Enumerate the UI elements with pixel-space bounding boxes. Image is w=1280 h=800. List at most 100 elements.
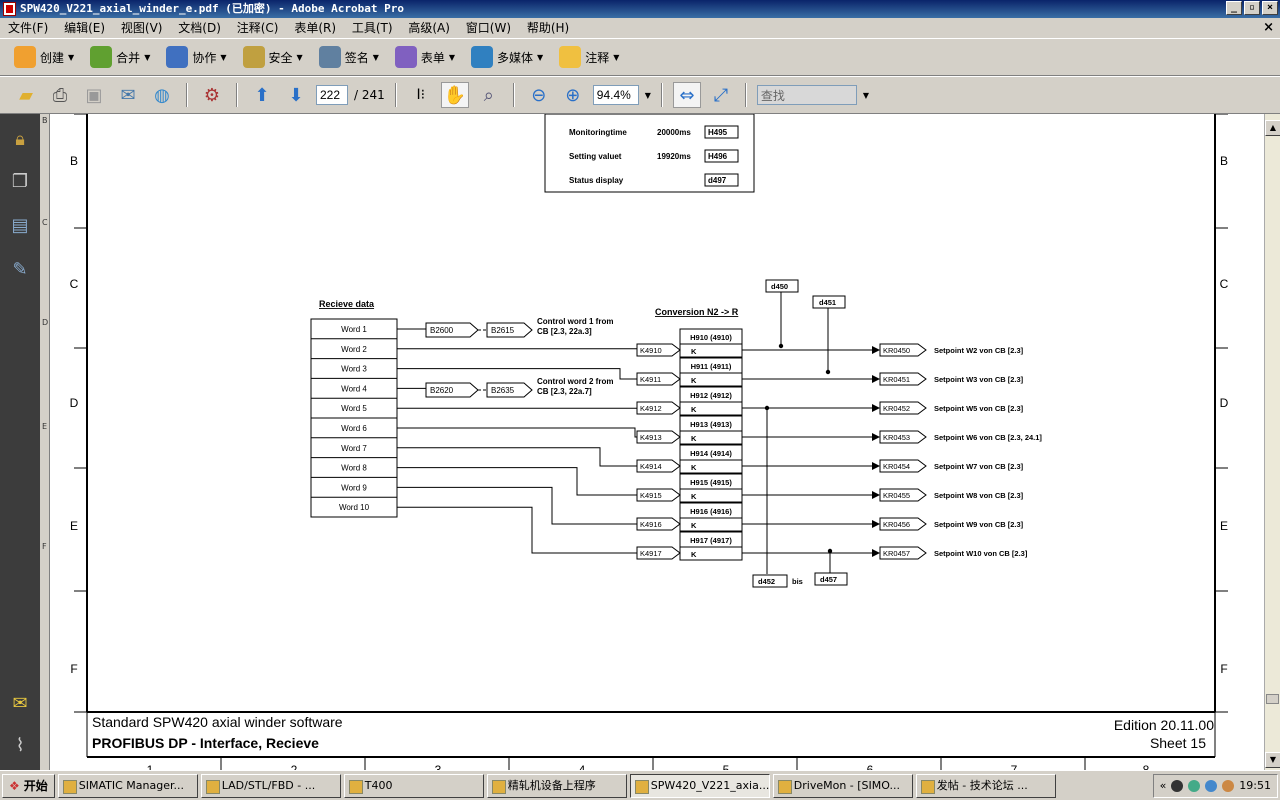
param-label: H496 (708, 152, 728, 161)
word-label: Word 3 (341, 365, 367, 374)
dropdown-arrow-icon: ▼ (448, 52, 456, 62)
zoom-dropdown-icon[interactable]: ▼ (645, 91, 651, 100)
save-icon[interactable]: ▣ (80, 82, 108, 108)
email-icon[interactable]: ✉ (114, 82, 142, 108)
ruler-letter: F (42, 542, 47, 551)
previous-page-icon[interactable]: ⬆ (248, 82, 276, 108)
document-view[interactable]: B B C C D D E E F F 1 2 3 4 5 6 7 8 Monitoringtime 20000m… (50, 114, 1264, 770)
toolbar-separator (186, 83, 188, 107)
web-icon[interactable]: ◍ (148, 82, 176, 108)
minimize-button[interactable]: _ (1226, 1, 1242, 15)
menu-file[interactable]: 文件(F) (2, 18, 54, 38)
fit-page-icon[interactable]: ⤢ (707, 82, 735, 108)
wire (397, 467, 637, 496)
word-label: Word 9 (341, 483, 367, 492)
start-button[interactable]: ❖ 开始 (2, 773, 55, 798)
menu-window[interactable]: 窗口(W) (460, 18, 517, 38)
tray-expand-icon[interactable]: « (1160, 779, 1167, 792)
menu-comments[interactable]: 注释(C) (231, 18, 285, 38)
hand-icon[interactable]: ✋ (440, 82, 469, 108)
kr-connector-label: KR0453 (883, 433, 910, 442)
toolbar-form-button[interactable]: 表单 ▼ (394, 46, 456, 68)
taskbar-button[interactable]: 精轧机设备上程序 (486, 773, 627, 798)
toolbar-lock-button[interactable]: 安全 ▼ (242, 46, 303, 68)
page-number-input[interactable] (316, 85, 348, 105)
dropdown-arrow-icon: ▼ (68, 52, 75, 62)
search-dropdown-icon[interactable]: ▼ (863, 91, 869, 100)
search-input[interactable] (756, 85, 857, 105)
zoom-tool-icon[interactable]: ⌕ (475, 82, 503, 108)
row-label-right: E (1220, 519, 1228, 533)
select-text-icon[interactable]: I⁝ (407, 82, 435, 108)
toolbar-multimedia-button[interactable]: 多媒体 ▼ (471, 46, 543, 68)
arrow-head (872, 433, 880, 441)
word-label: Word 7 (341, 444, 367, 453)
next-page-icon[interactable]: ⬇ (282, 82, 310, 108)
toolbar-label: 注释 (585, 50, 610, 65)
shield-icon[interactable] (1205, 779, 1218, 792)
scroll-down-arrow[interactable]: ▼ (1265, 752, 1280, 768)
vertical-scrollbar[interactable]: ▲ ▼ (1264, 114, 1280, 770)
document-close-button[interactable]: × (1263, 18, 1274, 38)
taskbar-button[interactable]: DriveMon - [SIMO... (772, 773, 913, 798)
block-k-label: K (691, 376, 697, 385)
fit-width-icon[interactable]: ⇔ (672, 82, 701, 108)
page-total: / 241 (354, 88, 385, 102)
taskbar-button[interactable]: LAD/STL/FBD - ... (200, 773, 341, 798)
qq-icon[interactable] (1171, 779, 1184, 792)
toolbar-collaborate-button[interactable]: 协作 ▼ (166, 46, 227, 68)
zoom-input[interactable] (592, 85, 639, 105)
scroll-thumb[interactable] (1266, 694, 1279, 704)
block-h-label: H917 (4917) (690, 536, 732, 545)
zoom-in-icon[interactable]: ⊕ (559, 82, 587, 108)
menu-edit[interactable]: 编辑(E) (58, 18, 111, 38)
k-connector-label: K4910 (640, 346, 662, 355)
column-label: 7 (1011, 763, 1018, 770)
kr-connector-label: KR0451 (883, 375, 910, 384)
taskbar-button[interactable]: SIMATIC Manager... (57, 773, 198, 798)
dropdown-arrow-icon: ▼ (537, 52, 544, 62)
taskbar-button[interactable]: T400 (343, 773, 484, 798)
close-button[interactable]: × (1262, 1, 1278, 15)
wire (397, 506, 637, 554)
open-icon[interactable]: ▰ (12, 82, 40, 108)
network-icon[interactable] (1188, 779, 1201, 792)
toolbar-sign-button[interactable]: 签名 ▼ (318, 46, 379, 68)
taskbar-button[interactable]: SPW420_V221_axia... (629, 773, 770, 798)
menu-view[interactable]: 视图(V) (115, 18, 169, 38)
attachments-icon[interactable]: ⌇ (9, 734, 31, 756)
properties-icon[interactable]: ⚙ (198, 82, 226, 108)
k-connector-label: K4917 (640, 549, 662, 558)
footer-title-1: Standard SPW420 axial winder software (92, 714, 343, 730)
bookmarks-icon[interactable]: ▤ (9, 214, 31, 236)
maximize-button[interactable]: ▫ (1244, 1, 1260, 15)
menu-tools[interactable]: 工具(T) (346, 18, 399, 38)
taskbar-button[interactable]: 发帖 - 技术论坛 ... (915, 773, 1056, 798)
print-icon[interactable]: ⎙ (46, 82, 74, 108)
security-lock-icon[interactable]: 🔒︎ (9, 128, 31, 150)
toolbar-comment-button[interactable]: 注释 ▼ (559, 46, 619, 68)
signatures-icon[interactable]: ✎ (9, 258, 31, 280)
k-connector-label: K4911 (640, 375, 661, 384)
d452-label: d452 (758, 577, 775, 586)
row-label-left: E (70, 519, 78, 533)
menu-forms[interactable]: 表单(R) (288, 18, 342, 38)
menu-document[interactable]: 文档(D) (172, 18, 227, 38)
arrow-head (872, 346, 880, 354)
toolbar-combine-button[interactable]: 合并 ▼ (90, 46, 150, 68)
pages-icon[interactable]: ❐ (9, 170, 31, 192)
block-h-label: H911 (4911) (691, 362, 732, 371)
menu-advanced[interactable]: 高级(A) (402, 18, 456, 38)
footer-sheet: Sheet 15 (1150, 735, 1206, 751)
volume-icon[interactable] (1222, 779, 1235, 792)
scroll-up-arrow[interactable]: ▲ (1265, 120, 1280, 136)
row-label-right: B (1220, 154, 1228, 168)
menu-help[interactable]: 帮助(H) (521, 18, 575, 38)
comments-icon[interactable]: ✉ (9, 692, 31, 714)
control-word-2: B2620 B2635 Control word 2 from CB [2.3,… (425, 377, 613, 398)
toolbar-create-button[interactable]: 创建 ▼ (14, 46, 74, 68)
b2620-label: B2620 (430, 386, 454, 395)
k-connector-label: K4916 (640, 520, 662, 529)
block-k-label: K (691, 434, 697, 443)
zoom-out-icon[interactable]: ⊖ (525, 82, 553, 108)
